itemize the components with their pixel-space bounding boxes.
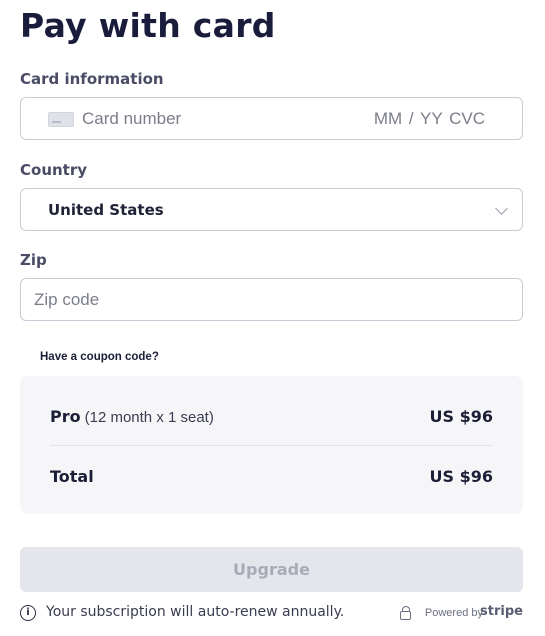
card-number-field[interactable]: Card number MM / YY CVC [20, 97, 523, 140]
country-select[interactable]: United States [20, 188, 523, 231]
auto-renew-text: Your subscription will auto-renew annual… [46, 604, 345, 620]
credit-card-icon [48, 112, 74, 127]
summary-divider [50, 445, 493, 446]
upgrade-button[interactable]: Upgrade [20, 547, 523, 592]
stripe-logo[interactable]: stripe [480, 604, 523, 619]
expiry-cvc-placeholder[interactable]: MM / YY CVC [374, 109, 485, 129]
powered-by-text: Powered by [424, 607, 483, 619]
info-icon: i [20, 605, 36, 621]
lock-icon [400, 606, 411, 620]
plan-detail: (12 month x 1 seat) [84, 409, 214, 426]
plan-name: Pro [50, 407, 81, 426]
total-price: US $96 [429, 467, 493, 486]
plan-name-row: Pro (12 month x 1 seat) [50, 407, 214, 426]
footer: i Your subscription will auto-renew annu… [20, 604, 523, 624]
country-selected-value: United States [48, 201, 164, 219]
card-number-placeholder[interactable]: Card number [82, 109, 181, 129]
country-label: Country [20, 161, 88, 179]
page-title: Pay with card [20, 6, 276, 45]
card-information-label: Card information [20, 70, 164, 88]
plan-price: US $96 [429, 407, 493, 426]
zip-label: Zip [20, 251, 47, 269]
chevron-down-icon [495, 202, 508, 215]
coupon-link[interactable]: Have a coupon code? [40, 351, 159, 363]
order-summary: Pro (12 month x 1 seat) US $96 Total US $… [20, 376, 523, 514]
zip-input[interactable]: Zip code [20, 278, 523, 321]
zip-placeholder: Zip code [34, 290, 100, 309]
total-label: Total [50, 467, 94, 486]
